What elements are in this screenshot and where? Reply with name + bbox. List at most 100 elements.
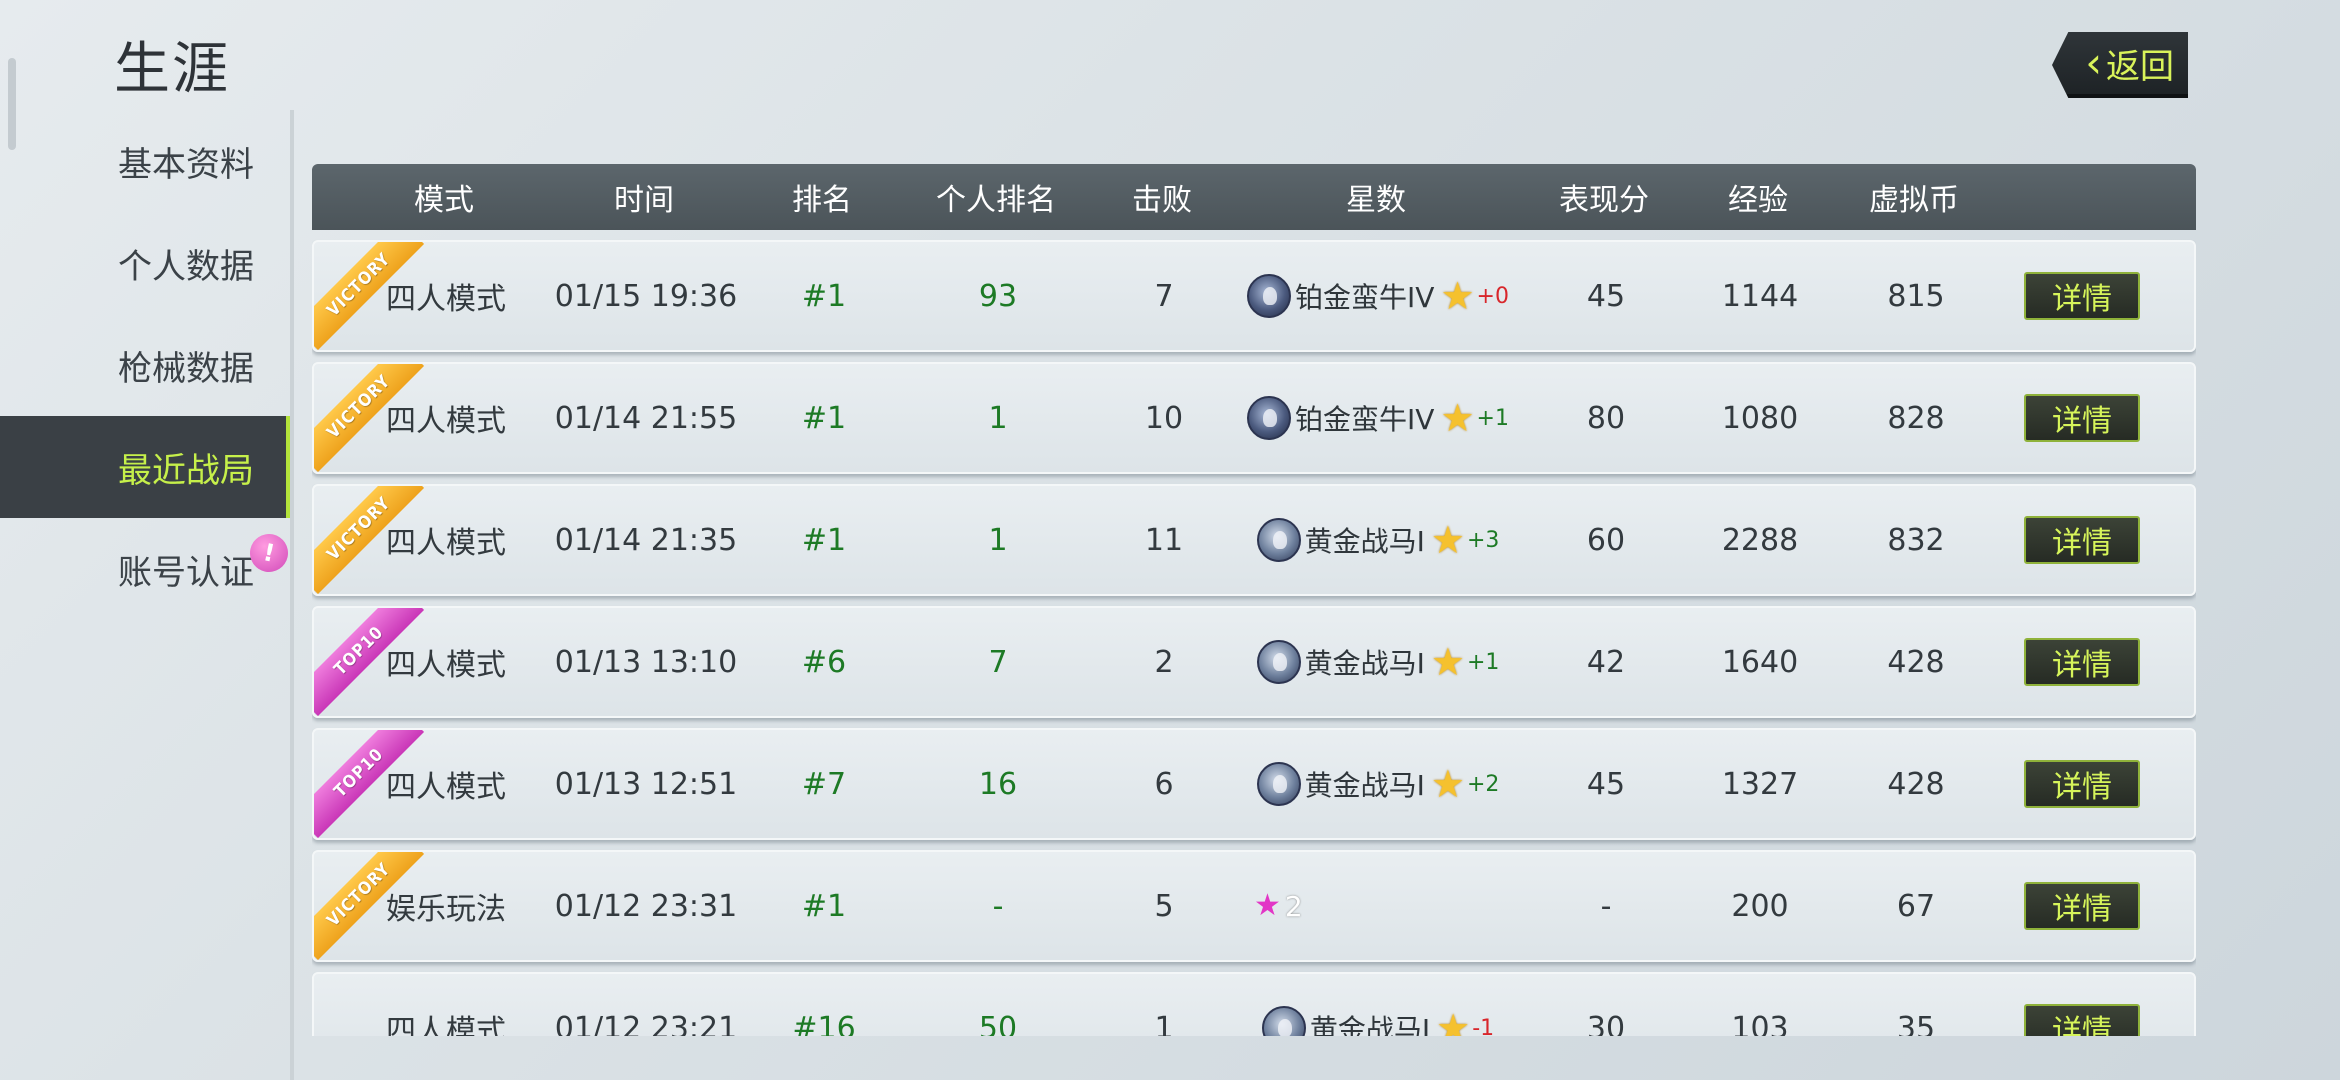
personal-rank-cell: 93 <box>978 278 1018 314</box>
score-cell: 30 <box>1586 1010 1626 1037</box>
star-delta: +1 <box>1476 405 1509 431</box>
personal-rank-cell: 1 <box>988 522 1008 558</box>
score-cell: 42 <box>1586 644 1626 680</box>
star-cell: 黄金战马Ⅰ ★ -1 <box>1238 974 1518 1036</box>
star-count: 2 <box>1284 889 1303 923</box>
personal-rank-cell: 1 <box>988 400 1008 436</box>
table-row: VICTORY 娱乐玩法 01/12 23:31 #1-5 ★ 2-200 67 详情 <box>312 850 2196 962</box>
time-cell: 01/13 12:51 <box>554 766 738 802</box>
personal-rank-cell: 16 <box>978 766 1018 802</box>
rank-cell: #1 <box>801 888 847 924</box>
table-row: VICTORY 四人模式 01/14 21:35 #1 1 11 黄金战马Ⅰ ★ +3 60 228… <box>312 484 2196 596</box>
detail-button[interactable]: 详情 <box>2024 760 2140 808</box>
personal-rank-cell: - <box>992 888 1004 924</box>
rank-tier: 黄金战马Ⅰ <box>1304 647 1425 680</box>
column-header: 排名 <box>792 183 852 218</box>
star-icon: ★ <box>1430 762 1465 806</box>
exp-cell: 200 <box>1731 888 1789 924</box>
star-cell: 铂金蛮牛IV ★ +0 <box>1238 242 1518 350</box>
exp-cell: 1080 <box>1721 400 1799 436</box>
exp-cell: 1640 <box>1721 644 1799 680</box>
sidebar-divider <box>290 110 294 1080</box>
star-delta: +2 <box>1466 771 1500 797</box>
coins-cell: 67 <box>1896 888 1936 924</box>
column-header: 模式 <box>414 183 474 218</box>
score-cell: - <box>1600 888 1612 924</box>
time-cell: 01/14 21:55 <box>554 400 738 436</box>
detail-button[interactable]: 详情 <box>2024 272 2140 320</box>
sidebar-item-1[interactable]: 基本资料 <box>0 110 292 212</box>
star-delta: +0 <box>1476 283 1509 309</box>
star-delta: +1 <box>1466 649 1500 675</box>
coins-cell: 428 <box>1887 644 1945 680</box>
rank-tier: 黄金战马Ⅰ <box>1304 769 1425 802</box>
rank-tier: 黄金战马Ⅰ <box>1309 1013 1431 1036</box>
rank-tier: 铂金蛮牛IV <box>1295 403 1435 436</box>
mode-cell: 四人模式 <box>386 282 506 317</box>
coins-cell: 815 <box>1887 278 1945 314</box>
kills-cell: 1 <box>1154 1010 1174 1037</box>
kills-cell: 5 <box>1154 888 1174 924</box>
table-header: 模式 时间 排名 个人排名 击败 星数 表现分 经验 虚拟币 <box>312 164 2196 230</box>
mode-cell: 四人模式 <box>386 1014 506 1036</box>
rank-tier: 黄金战马Ⅰ <box>1304 525 1425 558</box>
time-cell: 01/12 23:31 <box>554 888 738 924</box>
time-cell: 01/15 19:36 <box>554 278 738 314</box>
rank-emblem-icon <box>1261 1006 1306 1036</box>
star-icon: ★ <box>1430 640 1465 684</box>
star-delta: -1 <box>1472 1015 1495 1037</box>
rank-tier: 铂金蛮牛IV <box>1295 281 1435 314</box>
column-header: 星数 <box>1346 183 1406 218</box>
star-cell: 黄金战马Ⅰ ★ +2 <box>1238 730 1518 838</box>
sidebar-item-label: 基本资料 <box>118 144 254 185</box>
detail-button[interactable]: 详情 <box>2024 394 2140 442</box>
back-button[interactable]: ‹ 返回 <box>2052 32 2188 98</box>
rank-cell: #1 <box>801 522 847 558</box>
mode-cell: 四人模式 <box>386 770 506 805</box>
sidebar-item-5[interactable]: 账号认证! <box>0 518 292 620</box>
page-title: 生涯 <box>114 37 230 102</box>
rank-cell: #6 <box>801 644 847 680</box>
table-row: TOP10 四人模式 01/13 12:51 #7 16 6 黄金战马Ⅰ ★ +2 45 1327 4… <box>312 728 2196 840</box>
rank-emblem-icon <box>1256 518 1301 562</box>
rank-cell: #7 <box>801 766 847 802</box>
sidebar-item-label: 个人数据 <box>118 246 254 287</box>
star-icon: ★ <box>1440 274 1475 318</box>
match-history-table: 模式 时间 排名 个人排名 击败 星数 表现分 经验 虚拟币 VICTORY 四人模式 01/15 … <box>312 164 2196 1036</box>
detail-button[interactable]: 详情 <box>2024 638 2140 686</box>
rank-emblem-icon <box>1256 640 1301 684</box>
coins-cell: 428 <box>1887 766 1945 802</box>
exp-cell: 1327 <box>1721 766 1799 802</box>
exp-cell: 2288 <box>1721 522 1799 558</box>
star-icon: ★ <box>1436 1006 1471 1036</box>
sidebar-item-2[interactable]: 个人数据 <box>0 212 292 314</box>
sidebar-item-3[interactable]: 枪械数据 <box>0 314 292 416</box>
rank-emblem-icon <box>1247 274 1292 318</box>
detail-button[interactable]: 详情 <box>2024 882 2140 930</box>
mode-cell: 四人模式 <box>386 404 506 439</box>
coins-cell: 828 <box>1887 400 1945 436</box>
column-header: 个人排名 <box>936 183 1056 218</box>
score-cell: 60 <box>1586 522 1626 558</box>
star-cell: ★ 2 <box>1238 852 1518 960</box>
detail-button[interactable]: 详情 <box>2024 516 2140 564</box>
mode-cell: 四人模式 <box>386 526 506 561</box>
sidebar-item-4[interactable]: 最近战局 <box>0 416 292 518</box>
star-icon: ★ <box>1430 518 1465 562</box>
rank-cell: #16 <box>792 1010 856 1037</box>
star-cell: 黄金战马Ⅰ ★ +3 <box>1238 486 1518 594</box>
score-cell: 45 <box>1586 278 1626 314</box>
kills-cell: 10 <box>1144 400 1184 436</box>
kills-cell: 2 <box>1154 644 1174 680</box>
star-cell: 黄金战马Ⅰ ★ +1 <box>1238 608 1518 716</box>
coins-cell: 832 <box>1887 522 1945 558</box>
score-cell: 45 <box>1586 766 1626 802</box>
back-label: 返回 <box>2106 46 2174 87</box>
star-icon: ★ <box>1440 396 1475 440</box>
personal-rank-cell: 7 <box>988 644 1008 680</box>
column-header: 表现分 <box>1559 183 1649 218</box>
star-delta: +3 <box>1466 527 1500 553</box>
detail-button[interactable]: 详情 <box>2024 1004 2140 1036</box>
table-body: VICTORY 四人模式 01/15 19:36 #1 93 7 铂金蛮牛IV ★ +0 45 11… <box>312 240 2196 1036</box>
time-cell: 01/14 21:35 <box>554 522 738 558</box>
